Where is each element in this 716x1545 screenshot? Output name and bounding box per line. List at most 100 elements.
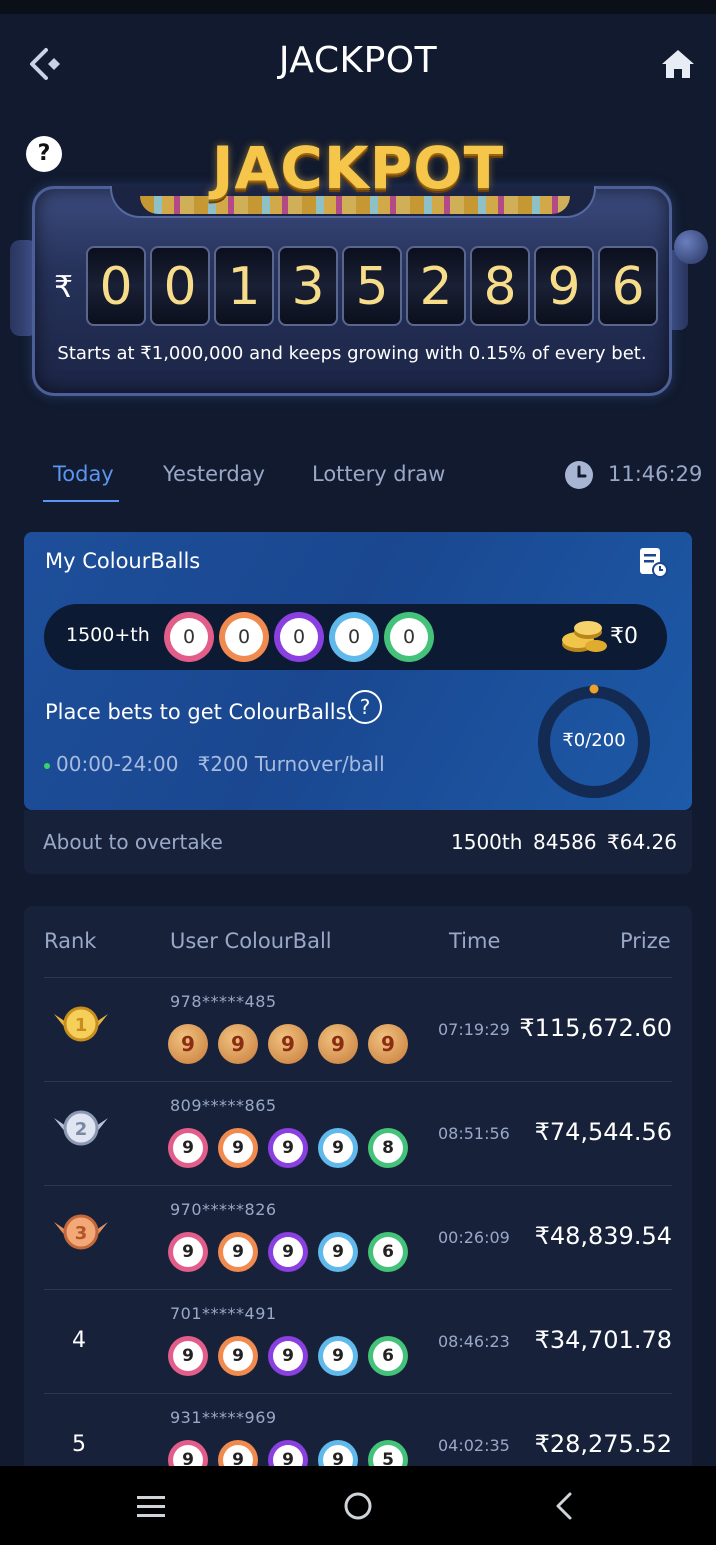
header-prize: Prize xyxy=(620,929,671,953)
ball-number: 9 xyxy=(331,1032,345,1056)
header-user: User ColourBall xyxy=(170,929,332,953)
ball-number: 9 xyxy=(323,1237,353,1267)
row-time: 08:46:23 xyxy=(438,1332,510,1351)
svg-text:3: 3 xyxy=(75,1223,88,1244)
ball-number: 9 xyxy=(381,1032,395,1056)
overtake-code: 84586 xyxy=(533,830,597,854)
ball-number: 0 xyxy=(335,618,373,656)
jackpot-logo: JACKPOT xyxy=(211,134,505,202)
row-prize: ₹48,839.54 xyxy=(534,1222,672,1250)
overtake-rank: 1500th xyxy=(451,830,523,854)
ball-number: 0 xyxy=(170,618,208,656)
colour-ball: 9 xyxy=(268,1128,308,1168)
row-prize: ₹74,544.56 xyxy=(534,1118,672,1146)
colour-ball: 0 xyxy=(329,612,379,662)
row-prize: ₹115,672.60 xyxy=(519,1014,672,1042)
page-title: JACKPOT xyxy=(278,40,438,81)
overtake-prize: ₹64.26 xyxy=(607,830,677,854)
tab-today[interactable]: Today xyxy=(53,462,114,486)
active-hours: 00:00-24:00 xyxy=(56,752,179,776)
colour-ball: 9 xyxy=(168,1336,208,1376)
jackpot-digit: 8 xyxy=(470,246,530,326)
user-id: 978*****485 xyxy=(170,992,277,1011)
gold-coins-icon xyxy=(562,621,607,652)
colour-ball: 0 xyxy=(274,612,324,662)
machine-lever-knob xyxy=(674,230,708,264)
active-dot xyxy=(44,762,50,769)
user-id: 931*****969 xyxy=(170,1408,277,1427)
status-bar xyxy=(0,0,716,14)
user-id: 970*****826 xyxy=(170,1200,277,1219)
help-icon[interactable]: ? xyxy=(348,690,382,724)
user-ball-row: 9 9 9 9 9 xyxy=(168,1024,408,1064)
tab-yesterday[interactable]: Yesterday xyxy=(163,462,265,486)
turnover-rule: ₹200 Turnover/ball xyxy=(197,752,385,776)
home-icon[interactable] xyxy=(658,44,698,84)
ball-number: 9 xyxy=(181,1032,195,1056)
colour-ball: 9 xyxy=(218,1232,258,1272)
silver-medal-icon: 2 xyxy=(54,1110,108,1146)
colour-ball: 9 xyxy=(268,1232,308,1272)
colour-ball: 0 xyxy=(384,612,434,662)
my-ball-row: 0 0 0 0 0 xyxy=(164,612,434,662)
user-ball-row: 9 9 9 9 8 xyxy=(168,1128,408,1168)
colour-ball: 9 xyxy=(268,1024,308,1064)
record-list-icon[interactable] xyxy=(638,546,668,578)
user-ball-row: 9 9 9 9 6 xyxy=(168,1336,408,1376)
row-prize: ₹34,701.78 xyxy=(534,1326,672,1354)
turnover-progress-label: ₹0/200 xyxy=(562,730,626,751)
header-rank: Rank xyxy=(44,929,97,953)
place-bets-text: Place bets to get ColourBalls. xyxy=(45,700,354,724)
colour-ball: 9 xyxy=(218,1336,258,1376)
row-time: 08:51:56 xyxy=(438,1124,510,1143)
colour-ball: 9 xyxy=(368,1024,408,1064)
ball-number: 0 xyxy=(280,618,318,656)
chevron-left-icon[interactable] xyxy=(545,1486,585,1526)
colour-ball: 6 xyxy=(368,1232,408,1272)
header-time: Time xyxy=(449,929,501,953)
ball-number: 0 xyxy=(225,618,263,656)
row-time: 04:02:35 xyxy=(438,1436,510,1455)
user-ball-row: 9 9 9 9 6 xyxy=(168,1232,408,1272)
colour-ball: 9 xyxy=(168,1024,208,1064)
ball-number: 6 xyxy=(373,1341,403,1371)
gold-medal-icon: 1 xyxy=(54,1006,108,1042)
colour-ball: 0 xyxy=(164,612,214,662)
jackpot-digit: 6 xyxy=(598,246,658,326)
active-tab-indicator xyxy=(43,500,119,502)
bronze-medal-icon: 3 xyxy=(54,1214,108,1250)
rank-number: 4 xyxy=(72,1328,86,1353)
colour-ball: 9 xyxy=(318,1128,358,1168)
table-row: 3 970*****826 9 9 9 9 6 00:26:09 ₹48,839… xyxy=(24,1186,692,1290)
ball-number: 9 xyxy=(173,1237,203,1267)
app-header: JACKPOT xyxy=(0,14,716,114)
colour-ball: 9 xyxy=(218,1128,258,1168)
ball-number: 9 xyxy=(223,1133,253,1163)
ball-number: 9 xyxy=(273,1341,303,1371)
colour-ball: 9 xyxy=(168,1232,208,1272)
rank-number: 5 xyxy=(72,1432,86,1457)
colour-ball: 9 xyxy=(218,1024,258,1064)
ball-number: 9 xyxy=(273,1237,303,1267)
colour-ball: 8 xyxy=(368,1128,408,1168)
user-id: 701*****491 xyxy=(170,1304,277,1323)
svg-text:2: 2 xyxy=(75,1119,88,1140)
jackpot-digit: 0 xyxy=(150,246,210,326)
ball-rule-line: 00:00-24:00 ₹200 Turnover/ball xyxy=(44,752,385,776)
circle-home-icon[interactable] xyxy=(338,1486,378,1526)
user-id: 809*****865 xyxy=(170,1096,277,1115)
ball-number: 9 xyxy=(323,1133,353,1163)
ball-number: 9 xyxy=(173,1341,203,1371)
svg-text:1: 1 xyxy=(75,1015,88,1036)
currency-symbol: ₹ xyxy=(54,270,74,305)
countdown-timer: 11:46:29 xyxy=(608,462,703,486)
help-icon[interactable]: ? xyxy=(26,136,62,172)
overtake-label: About to overtake xyxy=(43,830,223,854)
colour-ball: 9 xyxy=(268,1336,308,1376)
ball-number: 9 xyxy=(273,1133,303,1163)
ball-number: 9 xyxy=(223,1341,253,1371)
tab-lottery-draw[interactable]: Lottery draw xyxy=(312,462,445,486)
jackpot-digit: 1 xyxy=(214,246,274,326)
row-time: 00:26:09 xyxy=(438,1228,510,1247)
menu-icon[interactable] xyxy=(131,1486,171,1526)
